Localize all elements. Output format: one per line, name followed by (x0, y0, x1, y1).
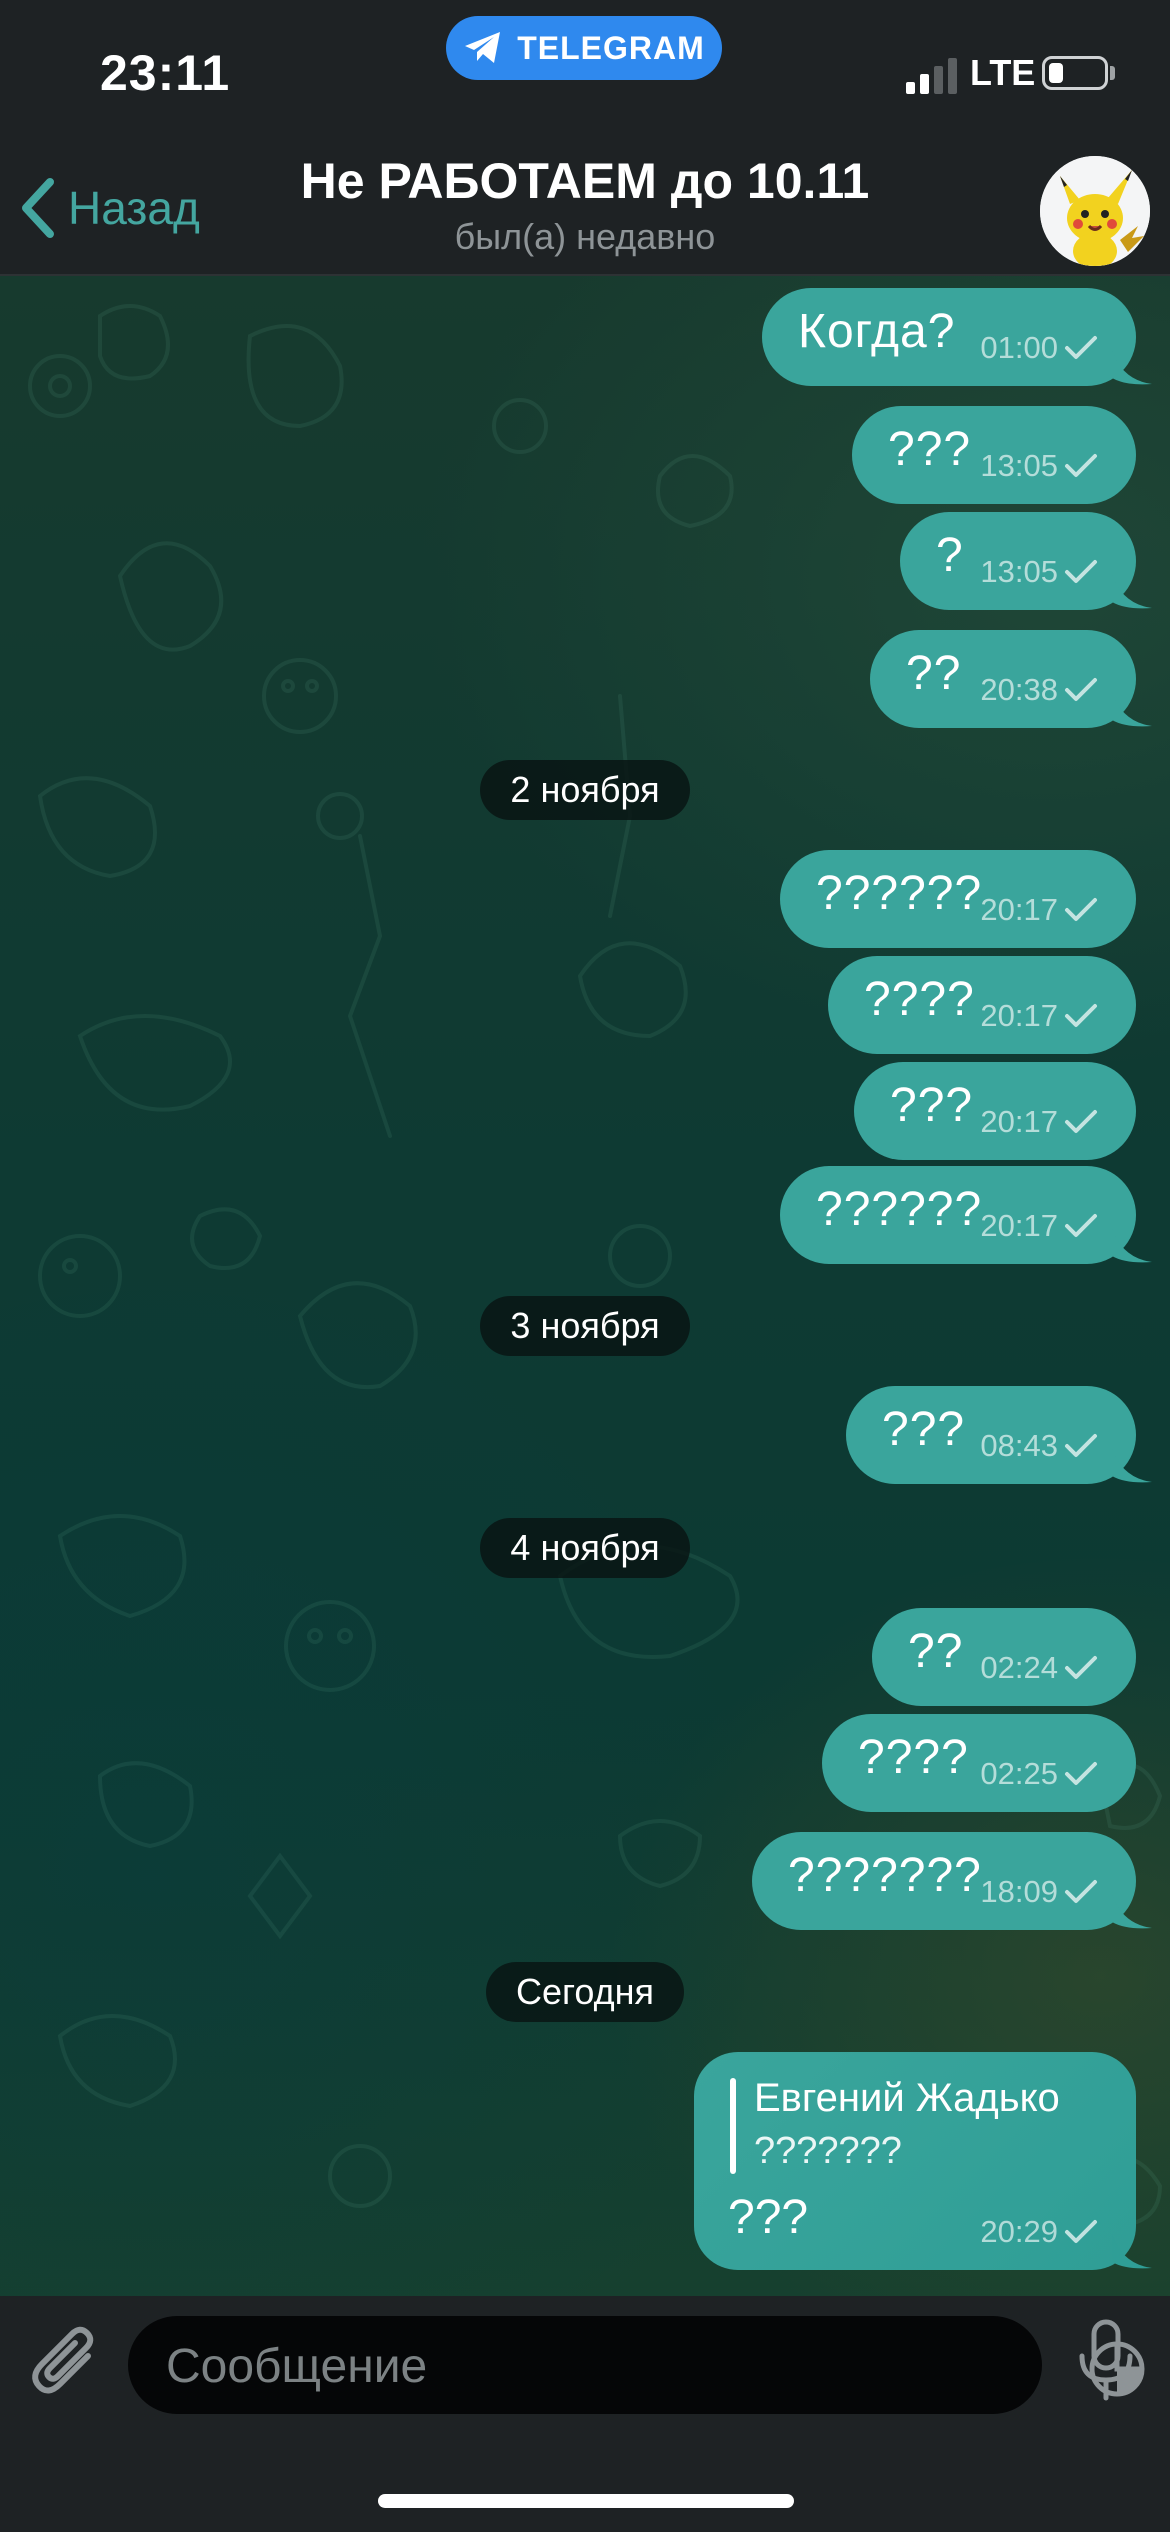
date-separator: 3 ноября (480, 1296, 690, 1356)
date-separator: 2 ноября (480, 760, 690, 820)
check-icon (1065, 898, 1097, 921)
message-text: ???? (858, 1731, 969, 1784)
message-time: 20:17 (980, 892, 1058, 927)
bubble-tail (1112, 1448, 1152, 1483)
message-time: 20:17 (980, 1208, 1058, 1243)
message-text: ? (936, 529, 964, 582)
message-text: ??? (890, 1079, 974, 1132)
message-text: ??? (728, 2191, 809, 2244)
telegram-plane-icon (465, 32, 501, 63)
message-time: 18:09 (980, 1874, 1058, 1909)
bubble-tail (1112, 692, 1152, 727)
message-bubble[interactable]: ? 13:05 (900, 512, 1152, 610)
message-bubble[interactable]: ??????? 18:09 (752, 1832, 1152, 1930)
network-type: LTE (970, 52, 1036, 93)
message-meta: 02:25 (980, 1756, 1098, 1792)
reply-quote-bar (730, 2078, 736, 2174)
message-meta: 20:17 (980, 892, 1098, 928)
message-meta: 20:17 (980, 1104, 1098, 1140)
check-icon (1065, 1434, 1097, 1457)
message-time: 02:25 (980, 1756, 1058, 1791)
message-time: 13:05 (980, 448, 1058, 483)
reply-message-bubble[interactable]: Евгений Жадько ??????? ??? 20:29 (694, 2052, 1152, 2270)
message-time: 01:00 (980, 330, 1058, 365)
message-bubble[interactable]: ??? 20:17 (854, 1062, 1136, 1160)
message-meta: 02:24 (980, 1650, 1098, 1686)
message-text: ???? (864, 973, 975, 1026)
message-bubble[interactable]: ???? 02:25 (822, 1714, 1136, 1812)
message-time: 20:38 (980, 672, 1058, 707)
chat-header: Назад Не РАБОТАЕМ до 10.11 был(а) недавн… (0, 140, 1170, 276)
message-bubble[interactable]: ???? 20:17 (828, 956, 1136, 1054)
message-text: ??? (882, 1403, 966, 1456)
message-meta: 20:17 (980, 1208, 1098, 1244)
message-bubble[interactable]: ?????? 20:17 (780, 1166, 1152, 1264)
clock: 23:11 (100, 45, 231, 101)
bubble-tail (1112, 1894, 1152, 1929)
status-bar: 23:11 TELEGRAM LTE (0, 0, 1170, 140)
date-separator: 4 ноября (480, 1518, 690, 1578)
message-bubble[interactable]: ?????? 20:17 (780, 850, 1136, 948)
message-bubble[interactable]: ?? 20:38 (870, 630, 1152, 728)
message-meta: 13:05 (980, 554, 1098, 590)
message-bubble[interactable]: ??? 08:43 (846, 1386, 1152, 1484)
message-text: ??? (888, 423, 972, 476)
message-time: 20:29 (980, 2214, 1058, 2249)
check-icon (1065, 1004, 1097, 1027)
battery-icon (1042, 56, 1108, 90)
message-meta: 13:05 (980, 448, 1098, 484)
message-time: 13:05 (980, 554, 1058, 589)
chat-area[interactable]: Когда? 01:00 ??? 13:05 ? 13:05 ?? 20:38 … (0, 276, 1170, 2296)
check-icon (1065, 2220, 1097, 2243)
message-meta: 01:00 (980, 330, 1098, 366)
message-bubble[interactable]: Когда? 01:00 (762, 288, 1152, 386)
check-icon (1065, 560, 1097, 583)
message-meta: 20:29 (980, 2214, 1098, 2250)
message-meta: 20:38 (980, 672, 1098, 708)
reply-author[interactable]: Евгений Жадько (754, 2076, 1060, 2121)
bubble-tail (1112, 350, 1152, 385)
last-seen-status: был(а) недавно (454, 216, 716, 257)
pikachu-avatar-icon (1040, 156, 1150, 266)
signal-icon (906, 58, 957, 94)
chat-title[interactable]: Не РАБОТАЕМ до 10.11 (0, 152, 1170, 210)
message-text: ?? (906, 647, 962, 700)
check-icon (1065, 1656, 1097, 1679)
paperclip-icon[interactable] (30, 2322, 102, 2402)
battery-tip (1110, 66, 1115, 80)
telegram-pill[interactable]: TELEGRAM (446, 16, 722, 80)
avatar[interactable] (1040, 156, 1150, 266)
check-icon (1065, 678, 1097, 701)
check-icon (1065, 1762, 1097, 1785)
message-input[interactable] (164, 2316, 948, 2416)
message-time: 20:17 (980, 1104, 1058, 1139)
message-field[interactable] (128, 2316, 1145, 2416)
message-text: Когда? (798, 305, 956, 358)
reply-quoted-text[interactable]: ??????? (754, 2130, 902, 2173)
message-time: 08:43 (980, 1428, 1058, 1463)
message-time: 20:17 (980, 998, 1058, 1033)
home-indicator[interactable] (378, 2494, 794, 2508)
bubble-tail (1112, 574, 1152, 609)
date-separator: Сегодня (486, 1962, 684, 2022)
message-bubble[interactable]: ?? 02:24 (872, 1608, 1136, 1706)
check-icon (1065, 1214, 1097, 1237)
message-meta: 08:43 (980, 1428, 1098, 1464)
check-icon (1065, 1880, 1097, 1903)
message-text: ??????? (788, 1849, 982, 1902)
message-meta: 20:17 (980, 998, 1098, 1034)
check-icon (1065, 336, 1097, 359)
message-meta: 18:09 (980, 1874, 1098, 1910)
microphone-icon[interactable] (1076, 2318, 1136, 2402)
message-time: 02:24 (980, 1650, 1058, 1685)
message-bubble[interactable]: ??? 13:05 (852, 406, 1136, 504)
message-text: ?????? (816, 867, 983, 920)
message-text: ?????? (816, 1183, 983, 1236)
check-icon (1065, 454, 1097, 477)
check-icon (1065, 1110, 1097, 1133)
bubble-tail (1112, 1228, 1152, 1263)
message-text: ?? (908, 1625, 964, 1678)
bubble-tail (1112, 2234, 1152, 2269)
telegram-pill-label: TELEGRAM (517, 29, 705, 66)
